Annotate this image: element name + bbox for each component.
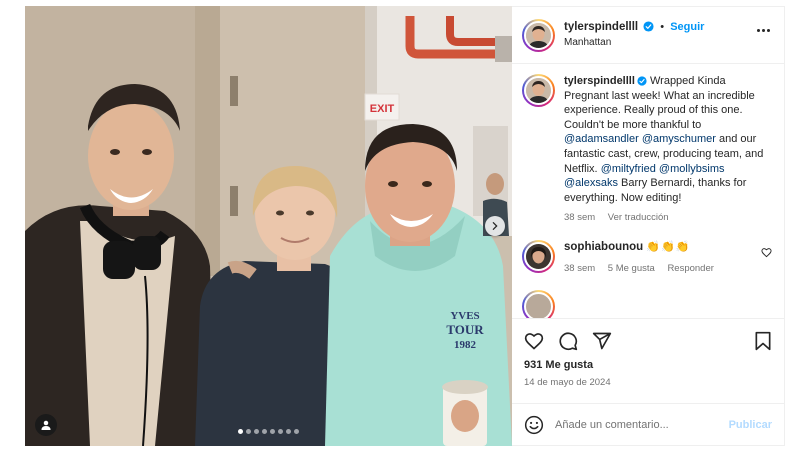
avatar-image [526,243,551,269]
author-avatar[interactable] [522,18,555,52]
caption-time: 38 sem [564,212,596,224]
mention-link[interactable]: @adamsandler [564,133,639,145]
separator-dot: • [660,21,665,33]
post-location[interactable]: Manhattan [564,35,704,50]
carousel-dot [286,429,291,434]
caption-username[interactable]: tylerspindellll [564,75,635,87]
emoji-smiley-icon[interactable] [524,415,544,435]
publish-button[interactable]: Publicar [729,419,772,431]
carousel-dot [262,429,267,434]
post-header: tylerspindellll • Seguir Manhattan [512,7,784,64]
shirt-text-line1: YVES [450,310,479,322]
caption-meta: 38 sem Ver traducción [564,211,772,226]
comment-bubble-icon[interactable] [558,331,578,351]
verified-badge-icon [643,21,654,32]
comment-username[interactable]: sophiabounou [564,241,643,253]
mention-link[interactable]: @miltyfried [601,163,656,175]
caption-text: tylerspindellll Wrapped Kinda Pregnant l… [564,74,772,205]
share-paper-plane-icon[interactable] [592,331,612,351]
carousel-dot [294,429,299,434]
chevron-right-icon [492,222,498,230]
exit-sign-text: EXIT [370,103,395,115]
add-comment-bar: Publicar [512,403,784,445]
post-date: 14 de mayo de 2024 [524,377,611,388]
commenter-avatar[interactable] [522,239,555,273]
comment-meta: 38 sem 5 Me gusta Responder [564,261,764,276]
follow-button[interactable]: Seguir [670,21,704,33]
comment-item: sophiabounou 👏👏👏 38 sem 5 Me gusta Respo… [522,239,772,276]
caption-author-avatar[interactable] [522,74,555,107]
comment-input[interactable] [555,418,729,431]
comment-text: 👏👏👏 [646,240,691,253]
see-translation-link[interactable]: Ver traducción [608,212,669,223]
mention-link[interactable]: @alexsaks [564,177,618,189]
likes-count[interactable]: 931 Me gusta [524,359,772,371]
post-caption: tylerspindellll Wrapped Kinda Pregnant l… [522,74,772,226]
avatar-image [526,22,551,48]
mention-link[interactable]: @amyschumer [642,133,716,145]
shirt-text-line3: 1982 [454,339,477,351]
post-actions: 931 Me gusta 14 de mayo de 2024 [512,318,784,388]
more-options-icon[interactable] [757,29,770,32]
verified-badge-icon [637,76,647,86]
avatar-image [526,78,551,103]
save-bookmark-icon[interactable] [754,331,772,351]
comment-time: 38 sem [564,262,596,274]
post-details-panel: tylerspindellll • Seguir Manhattan tyler… [512,6,785,446]
carousel-dot [238,429,243,434]
carousel-next-button[interactable] [485,216,505,236]
shirt-text-line2: TOUR [446,322,484,337]
reply-button[interactable]: Responder [667,263,713,274]
comment-item-partial [522,289,772,318]
author-username[interactable]: tylerspindellll [564,21,638,33]
post-image: EXIT YVES TOUR 1982 [25,6,512,446]
carousel-dot [254,429,259,434]
comments-section: tylerspindellll Wrapped Kinda Pregnant l… [512,64,784,318]
carousel-indicator [25,429,512,434]
post-photo[interactable]: EXIT YVES TOUR 1982 [25,6,512,446]
commenter-avatar[interactable] [522,289,555,318]
comment-like-heart-icon[interactable] [761,247,772,258]
carousel-dot [270,429,275,434]
carousel-dot [246,429,251,434]
like-heart-icon[interactable] [524,331,544,351]
mention-link[interactable]: @mollybsims [659,163,725,175]
comment-likes[interactable]: 5 Me gusta [608,263,655,274]
carousel-dot [278,429,283,434]
caption-content: Wrapped Kinda Pregnant last week! What a… [564,75,763,204]
